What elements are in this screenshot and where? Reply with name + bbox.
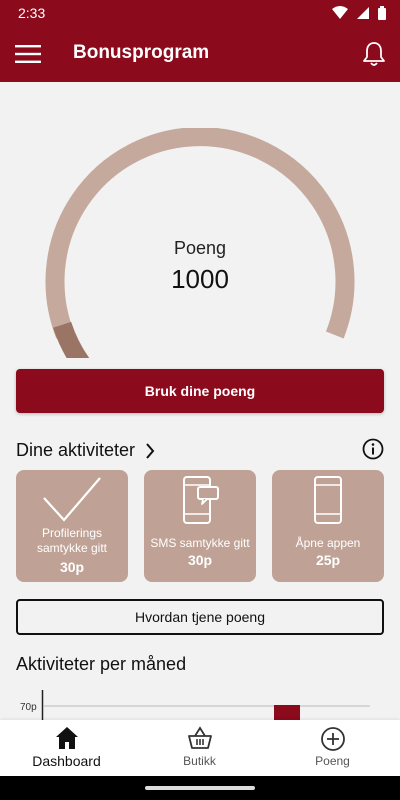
signal-icon — [357, 7, 369, 19]
status-bar: 2:33 — [0, 0, 400, 26]
activity-card-label: Profilerings samtykke gitt — [36, 526, 108, 555]
status-time: 2:33 — [18, 5, 46, 21]
gauge-track — [45, 128, 355, 339]
chevron-right-icon — [146, 442, 155, 459]
nav-label: Dashboard — [32, 753, 101, 769]
nav-label: Poeng — [315, 754, 350, 768]
activities-header[interactable]: Dine aktiviteter — [16, 440, 155, 461]
screen: 2:33 Bonusprogram Poeng 1000 Bruk dine p… — [0, 0, 400, 800]
activity-card-points: 25p — [315, 552, 341, 568]
activities-title: Dine aktiviteter — [16, 440, 136, 460]
bottom-navigation: Dashboard Butikk Poeng — [0, 720, 400, 776]
status-icons — [332, 5, 386, 21]
checkmark-icon — [43, 477, 101, 522]
bell-icon — [363, 42, 385, 66]
nav-dashboard[interactable]: Dashboard — [0, 720, 133, 776]
chart-bar — [274, 706, 300, 720]
info-icon[interactable] — [362, 438, 384, 460]
sms-phone-icon — [183, 476, 219, 524]
points-label: Poeng — [173, 238, 227, 258]
activity-card-points: 30p — [187, 552, 213, 568]
chart-bar-top — [274, 705, 300, 707]
chart-title: Aktiviteter per måned — [16, 654, 187, 674]
gauge-fill — [53, 321, 90, 358]
basket-icon — [187, 726, 212, 749]
battery-icon — [378, 6, 386, 20]
menu-button[interactable] — [12, 38, 44, 70]
activity-card-open-app[interactable]: Åpne appen 25p — [272, 470, 384, 582]
notifications-button[interactable] — [358, 38, 390, 70]
hamburger-menu-icon — [15, 45, 41, 63]
plus-circle-icon — [320, 727, 345, 751]
activity-card-label: Åpne appen — [295, 536, 361, 550]
home-gesture-pill[interactable] — [145, 786, 255, 790]
home-icon — [55, 727, 78, 749]
app-title: Bonusprogram — [73, 42, 210, 63]
app-bar: Bonusprogram — [0, 26, 400, 82]
nav-label: Butikk — [183, 754, 216, 768]
nav-poeng[interactable]: Poeng — [266, 720, 399, 776]
y-tick-label: 70p — [20, 702, 37, 713]
system-navigation-bar — [0, 776, 400, 800]
nav-butikk[interactable]: Butikk — [133, 720, 266, 776]
activity-card-profiling[interactable]: Profilerings samtykke gitt 30p — [16, 470, 128, 582]
activity-card-label: SMS samtykke gitt — [150, 536, 250, 550]
activities-chart: 70p — [20, 690, 370, 720]
points-value: 1000 — [171, 264, 229, 294]
activity-card-points: 30p — [59, 559, 85, 575]
wifi-icon — [332, 6, 348, 19]
activity-card-sms[interactable]: SMS samtykke gitt 30p — [144, 470, 256, 582]
how-to-earn-button[interactable]: Hvordan tjene poeng — [16, 599, 384, 635]
phone-icon — [314, 476, 342, 524]
use-points-button[interactable]: Bruk dine poeng — [16, 369, 384, 413]
